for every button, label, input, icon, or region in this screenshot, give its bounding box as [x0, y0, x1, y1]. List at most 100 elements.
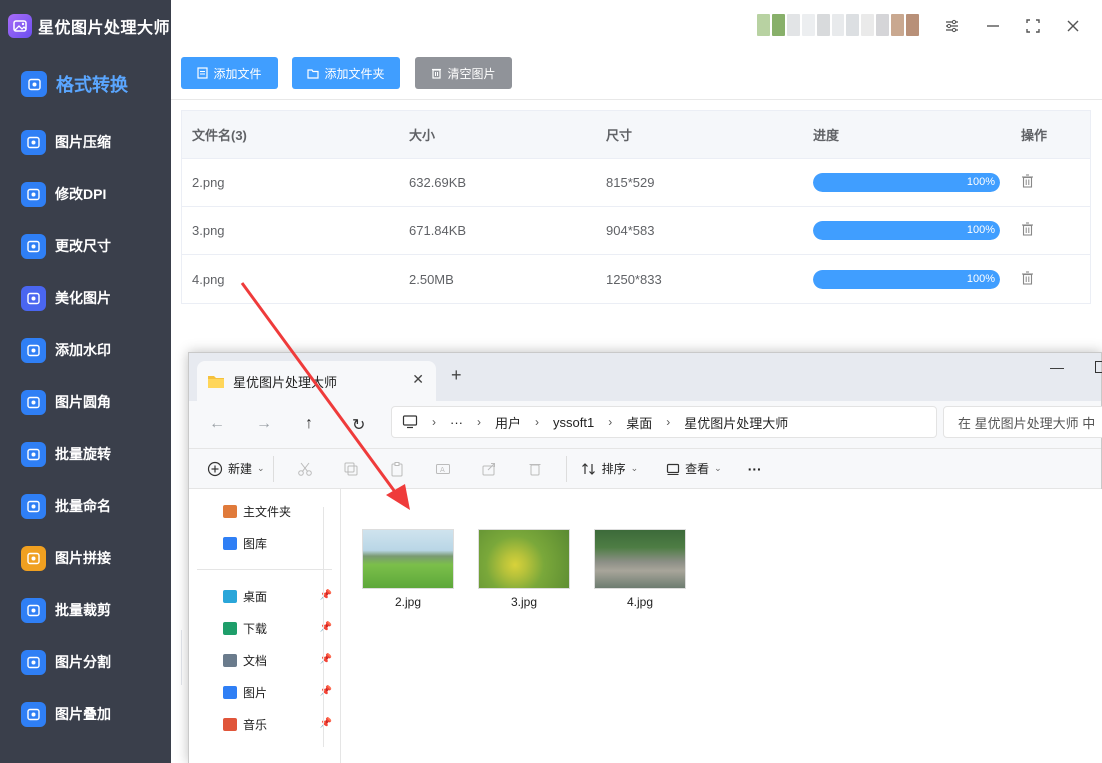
nav-pane-item[interactable]: 图库	[189, 527, 340, 559]
sidebar-item-8[interactable]: 批量命名	[0, 480, 171, 532]
file-name: 4.png	[192, 271, 225, 287]
sidebar-item-7[interactable]: 批量旋转	[0, 428, 171, 480]
minimize-icon[interactable]	[981, 14, 1005, 38]
explorer-maximize-icon[interactable]	[1095, 361, 1102, 373]
progress-cell: 100%	[803, 269, 1011, 289]
clear-images-label: 清空图片	[447, 66, 496, 81]
share-icon[interactable]	[478, 458, 500, 480]
view-label: 查看	[685, 462, 710, 476]
nav-pane-label: 音乐	[243, 717, 268, 732]
sidebar-item-11[interactable]: 图片分割	[0, 636, 171, 688]
sidebar-item-9[interactable]: 图片拼接	[0, 532, 171, 584]
sidebar-item-0[interactable]: 格式转换	[0, 52, 171, 116]
more-options-button[interactable]: ···	[748, 461, 762, 477]
sidebar-item-6[interactable]: 图片圆角	[0, 376, 171, 428]
back-icon[interactable]: ←	[209, 415, 225, 433]
split-icon	[21, 649, 46, 675]
rotate-icon	[21, 441, 46, 467]
divider	[197, 569, 332, 570]
file-dimensions: 815*529	[606, 175, 655, 190]
copy-icon[interactable]	[340, 458, 362, 480]
table-body: 2.png 632.69KB 815*529 100% 3.png 671.84KB 904…	[182, 159, 1090, 303]
add-folder-button[interactable]: 添加文件夹	[292, 57, 400, 89]
brand: 星优图片处理大师	[0, 0, 171, 52]
forward-icon[interactable]: →	[256, 415, 272, 433]
chevron-right-icon: ›	[432, 415, 436, 429]
sidebar-item-1[interactable]: 图片压缩	[0, 116, 171, 168]
sidebar-item-label: 图片拼接	[55, 550, 111, 566]
user-avatar-blurred[interactable]	[757, 14, 919, 36]
up-icon[interactable]: ↑	[305, 415, 313, 433]
sidebar-item-label: 图片叠加	[55, 706, 111, 722]
paste-icon[interactable]	[386, 458, 408, 480]
explorer-minimize-icon[interactable]: —	[1050, 359, 1064, 375]
explorer-search-input[interactable]: 在 星优图片处理大师 中	[943, 406, 1102, 438]
toolbar: 添加文件 添加文件夹 清空图片	[171, 50, 1102, 100]
app-sidebar: 星优图片处理大师 格式转换 图片压缩 修改DPI 更改尺寸 美化图片 添加水印 图片圆角 批量…	[0, 0, 171, 763]
folder-icon	[208, 375, 224, 388]
breadcrumb-users[interactable]: 用户	[495, 413, 521, 432]
rename-icon[interactable]: A	[432, 458, 454, 480]
chevron-right-icon: ›	[666, 415, 671, 429]
file-thumbnail	[362, 529, 454, 589]
rename-icon	[21, 493, 46, 519]
plus-circle-icon	[207, 461, 223, 476]
actions-cell	[1011, 174, 1090, 191]
sidebar-item-10[interactable]: 批量裁剪	[0, 584, 171, 636]
nav-pane-item[interactable]: 音乐 📌	[189, 708, 340, 740]
file-item[interactable]: 4.jpg	[593, 529, 687, 609]
file-table: 文件名(3) 大小 尺寸 进度 操作 2.png 632.69KB 815*529 1…	[181, 110, 1091, 304]
title-bar	[171, 0, 1102, 50]
clear-images-button[interactable]: 清空图片	[415, 57, 512, 89]
crop-icon	[21, 597, 46, 623]
sidebar-item-4[interactable]: 美化图片	[0, 272, 171, 324]
nav-pane-item[interactable]: 文档 📌	[189, 644, 340, 676]
nav-pane-scrollbar[interactable]	[323, 507, 329, 747]
nav-pane-label: 文档	[243, 653, 268, 668]
cut-icon[interactable]	[294, 458, 316, 480]
view-button[interactable]: 查看 ⌄	[666, 460, 722, 477]
breadcrumb[interactable]: › ··· › 用户 › yssoft1 › 桌面 › 星优图片处理大师	[391, 406, 937, 438]
breadcrumb-more[interactable]: ···	[450, 415, 463, 430]
computer-icon	[402, 415, 418, 429]
pictures-icon	[223, 685, 237, 699]
delete-icon[interactable]	[1021, 270, 1034, 285]
sidebar-item-12[interactable]: 图片叠加	[0, 688, 171, 740]
sidebar-item-5[interactable]: 添加水印	[0, 324, 171, 376]
nav-pane-item[interactable]: 主文件夹	[189, 495, 340, 527]
explorer-nav-pane: 主文件夹图库 桌面 📌 下载 📌 文档 📌 图片 📌 音乐 📌	[189, 489, 341, 763]
refresh-icon[interactable]: ↻	[352, 415, 365, 435]
breadcrumb-user[interactable]: yssoft1	[553, 415, 594, 430]
close-icon[interactable]	[1061, 14, 1085, 38]
sidebar-item-2[interactable]: 修改DPI	[0, 168, 171, 220]
close-tab-icon[interactable]: ✕	[412, 371, 424, 388]
sort-label: 排序	[601, 462, 626, 476]
nav-pane-item[interactable]: 下载 📌	[189, 612, 340, 644]
new-button[interactable]: 新建 ⌄	[207, 460, 265, 477]
file-item[interactable]: 3.jpg	[477, 529, 571, 609]
sort-button[interactable]: 排序 ⌄	[581, 460, 638, 477]
explorer-tab-title: 星优图片处理大师	[233, 374, 338, 390]
breadcrumb-folder[interactable]: 星优图片处理大师	[684, 413, 788, 432]
new-tab-button[interactable]: +	[451, 365, 462, 386]
explorer-tab[interactable]: 星优图片处理大师 ✕	[197, 361, 436, 401]
file-item[interactable]: 2.jpg	[361, 529, 455, 609]
breadcrumb-desktop[interactable]: 桌面	[626, 413, 652, 432]
table-row: 4.png 2.50MB 1250*833 100%	[182, 255, 1090, 303]
divider	[565, 455, 567, 482]
header-dimensions: 尺寸	[606, 128, 633, 143]
delete-icon[interactable]	[1021, 222, 1034, 236]
delete-icon[interactable]	[1021, 174, 1034, 188]
file-thumbnail	[594, 529, 686, 589]
maximize-icon[interactable]	[1021, 14, 1045, 38]
add-file-button[interactable]: 添加文件	[181, 57, 278, 89]
nav-pane-label: 下载	[243, 621, 268, 636]
sidebar-item-label: 格式转换	[56, 75, 128, 95]
nav-pane-label: 主文件夹	[243, 504, 292, 519]
delete-icon[interactable]	[524, 458, 546, 480]
file-dimensions: 904*583	[606, 223, 655, 238]
sidebar-item-3[interactable]: 更改尺寸	[0, 220, 171, 272]
nav-pane-item[interactable]: 桌面 📌	[189, 580, 340, 612]
settings-icon[interactable]	[940, 14, 964, 38]
nav-pane-item[interactable]: 图片 📌	[189, 676, 340, 708]
